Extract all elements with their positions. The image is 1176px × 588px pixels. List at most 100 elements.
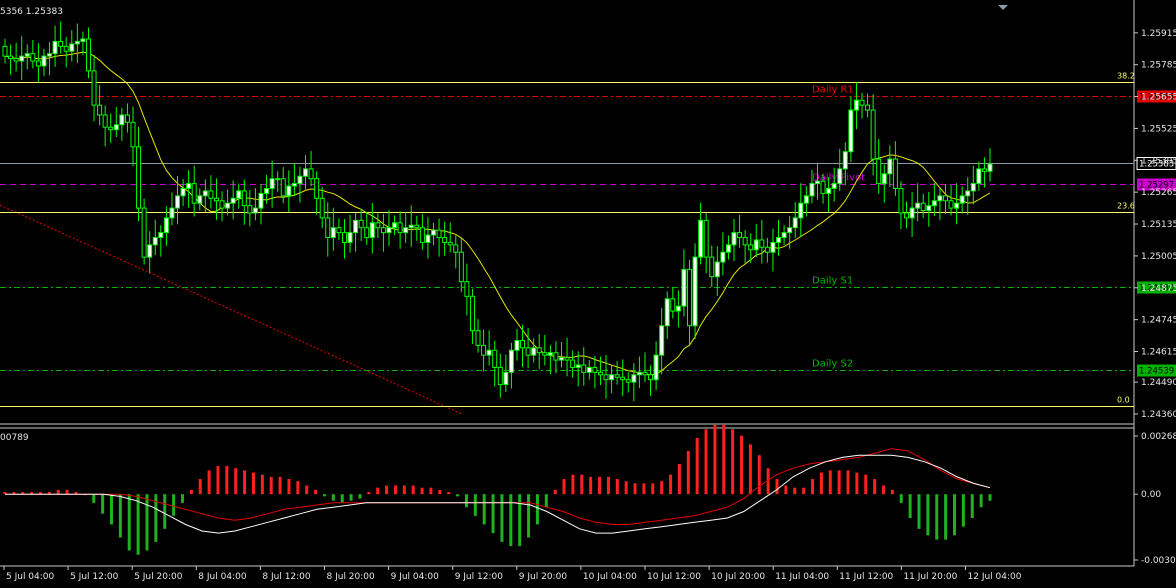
candle-body[interactable] (291, 183, 297, 187)
candle-body[interactable] (670, 298, 676, 312)
candle-body[interactable] (865, 104, 871, 111)
candle-body[interactable] (314, 178, 320, 199)
candle-body[interactable] (19, 55, 25, 62)
candle-body[interactable] (102, 114, 108, 128)
candle-body[interactable] (258, 192, 264, 209)
candle-body[interactable] (13, 58, 19, 62)
candle-body[interactable] (681, 268, 687, 307)
candle-body[interactable] (809, 183, 815, 197)
candle-body[interactable] (525, 347, 531, 356)
candle-body[interactable] (124, 114, 130, 123)
candle-body[interactable] (870, 109, 876, 160)
candle-body[interactable] (614, 374, 620, 378)
candle-body[interactable] (581, 364, 587, 373)
candle-body[interactable] (213, 197, 219, 202)
candle-body[interactable] (742, 237, 748, 246)
candle-body[interactable] (648, 374, 654, 381)
candle-body[interactable] (464, 281, 470, 297)
candle-body[interactable] (981, 168, 987, 172)
candle-body[interactable] (831, 183, 837, 189)
candle-body[interactable] (369, 222, 375, 239)
candle-body[interactable] (948, 200, 954, 209)
candle-body[interactable] (787, 227, 793, 234)
candle-body[interactable] (692, 256, 698, 327)
candle-body[interactable] (147, 244, 153, 258)
candle-body[interactable] (586, 366, 592, 373)
candle-body[interactable] (136, 146, 142, 209)
candle-body[interactable] (80, 38, 86, 42)
candle-body[interactable] (675, 305, 681, 312)
candle-body[interactable] (431, 229, 437, 236)
candle-body[interactable] (876, 158, 882, 185)
candle-body[interactable] (191, 183, 197, 204)
candle-body[interactable] (570, 359, 576, 368)
candle-body[interactable] (52, 40, 58, 55)
candle-body[interactable] (74, 40, 80, 45)
candle-body[interactable] (798, 202, 804, 219)
candle-body[interactable] (942, 195, 948, 202)
candle-body[interactable] (703, 219, 709, 258)
candle-body[interactable] (731, 232, 737, 246)
candle-body[interactable] (720, 251, 726, 263)
candle-body[interactable] (976, 168, 982, 185)
candle-body[interactable] (497, 366, 503, 386)
candle-body[interactable] (403, 227, 409, 234)
candle-body[interactable] (442, 237, 448, 243)
candle-body[interactable] (592, 366, 598, 373)
candle-body[interactable] (275, 178, 281, 181)
candle-body[interactable] (408, 224, 414, 229)
candle-body[interactable] (230, 197, 236, 204)
candle-body[interactable] (636, 371, 642, 376)
candle-body[interactable] (264, 187, 270, 194)
candle-body[interactable] (303, 168, 309, 177)
candle-body[interactable] (63, 45, 69, 52)
candle-body[interactable] (653, 354, 659, 381)
candle-body[interactable] (764, 246, 770, 253)
candle-body[interactable] (197, 195, 203, 204)
candle-body[interactable] (436, 229, 442, 239)
candle-body[interactable] (642, 371, 648, 376)
candle-body[interactable] (308, 168, 314, 180)
candle-body[interactable] (108, 126, 114, 131)
candle-body[interactable] (664, 298, 670, 327)
candle-body[interactable] (85, 38, 91, 72)
candle-body[interactable] (803, 195, 809, 204)
candle-body[interactable] (158, 232, 164, 239)
candle-body[interactable] (937, 195, 943, 202)
candle-body[interactable] (458, 251, 464, 283)
candle-body[interactable] (347, 232, 353, 243)
candle-body[interactable] (503, 371, 509, 386)
candle-body[interactable] (770, 241, 776, 253)
candle-body[interactable] (954, 202, 960, 209)
candle-body[interactable] (931, 200, 937, 207)
candle-body[interactable] (965, 190, 971, 197)
candle-body[interactable] (286, 185, 292, 197)
candle-body[interactable] (475, 330, 481, 346)
forex-chart[interactable]: 38.2Daily R11.256581.25383Daily Pivot1.2… (0, 0, 1176, 588)
candle-body[interactable] (508, 349, 514, 373)
candle-body[interactable] (970, 183, 976, 192)
candle-body[interactable] (130, 121, 136, 148)
candle-body[interactable] (881, 173, 887, 185)
candle-body[interactable] (24, 53, 30, 57)
candle-body[interactable] (609, 374, 615, 381)
candle-body[interactable] (419, 227, 425, 243)
candle-body[interactable] (920, 202, 926, 212)
candle-body[interactable] (714, 261, 720, 278)
candle-body[interactable] (915, 202, 921, 209)
candle-body[interactable] (542, 352, 548, 356)
candle-body[interactable] (330, 227, 336, 239)
candle-body[interactable] (375, 222, 381, 229)
candle-body[interactable] (597, 371, 603, 376)
candle-body[interactable] (152, 237, 158, 246)
candle-body[interactable] (531, 347, 537, 356)
candle-body[interactable] (987, 163, 993, 172)
candle-body[interactable] (319, 197, 325, 219)
candle-body[interactable] (625, 379, 631, 383)
candle-body[interactable] (564, 357, 570, 361)
candle-body[interactable] (325, 217, 331, 239)
candle-body[interactable] (364, 227, 370, 239)
candle-body[interactable] (814, 180, 820, 185)
candle-body[interactable] (725, 244, 731, 253)
candle-body[interactable] (69, 43, 75, 52)
